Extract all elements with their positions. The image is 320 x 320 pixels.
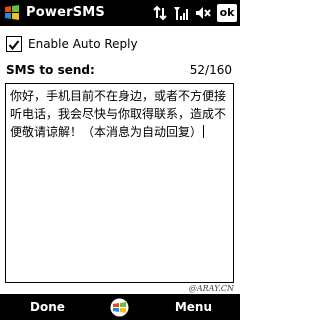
text-caret — [203, 125, 205, 138]
watermark: @ARAY.CN — [188, 284, 234, 293]
softkey-bar: Done Menu — [0, 294, 240, 320]
signal-strength-icon[interactable] — [172, 4, 190, 22]
input-panel-icon[interactable] — [110, 298, 129, 317]
connectivity-icon[interactable] — [152, 4, 168, 22]
ok-button[interactable]: ok — [217, 4, 237, 22]
message-content: 你好，手机目前不在身边，或者不方便接听电话，我会尽快与你取得联系，造成不便敬请谅… — [10, 89, 227, 139]
character-counter: 52/160 — [189, 63, 232, 77]
message-text: 你好，手机目前不在身边，或者不方便接听电话，我会尽快与你取得联系，造成不便敬请谅… — [10, 87, 229, 141]
message-textarea[interactable]: 你好，手机目前不在身边，或者不方便接听电话，我会尽快与你取得联系，造成不便敬请谅… — [5, 83, 234, 283]
screen: PowerSMS ok Enable Auto Reply SMS to sen… — [0, 0, 240, 320]
volume-muted-icon[interactable] — [194, 4, 212, 22]
title-bar: PowerSMS ok — [0, 0, 240, 26]
checkmark-icon — [8, 40, 20, 51]
windows-start-icon[interactable] — [3, 4, 21, 22]
done-softkey[interactable]: Done — [30, 299, 65, 315]
menu-softkey[interactable]: Menu — [175, 299, 212, 315]
app-title: PowerSMS — [26, 5, 105, 20]
auto-reply-checkbox[interactable] — [6, 36, 22, 52]
sms-to-send-label: SMS to send: — [6, 63, 95, 77]
auto-reply-label: Enable Auto Reply — [28, 37, 138, 51]
